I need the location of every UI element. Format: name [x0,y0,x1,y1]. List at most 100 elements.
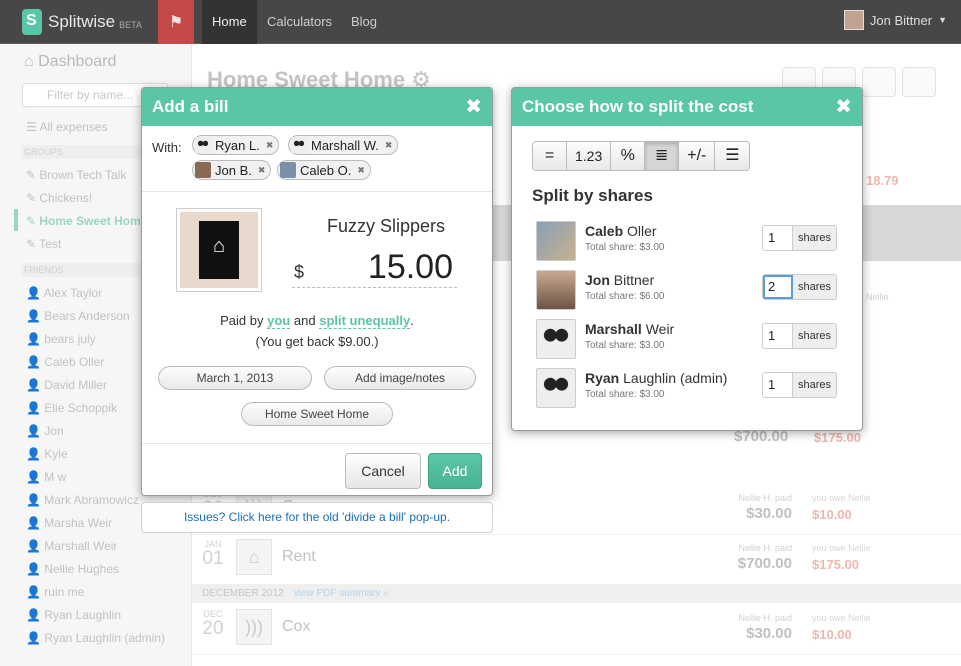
split-method-link[interactable]: split unequally [319,313,411,329]
share-row: Caleb Oller Total share: $3.00 1 shares [536,219,846,263]
description-input[interactable]: Fuzzy Slippers [327,216,445,237]
remove-icon[interactable]: ✖ [357,165,365,176]
splitwise-logo-icon [22,9,42,35]
remove-icon[interactable]: ✖ [385,140,393,151]
participants-field[interactable]: With: Ryan L. ✖ Marshall W. ✖ Jon B. ✖ Cale… [142,126,492,192]
participant-token[interactable]: Marshall W. ✖ [288,135,399,155]
sidebar-friend[interactable]: 👤 M w [26,470,66,484]
sidebar-friend[interactable]: 👤 Ryan Laughlin (admin) [26,631,165,645]
sidebar-friend[interactable]: 👤 Ryan Laughlin [26,608,121,622]
home-icon: ⌂ [199,221,239,279]
date-button[interactable]: March 1, 2013 [158,366,312,390]
tab-shares[interactable]: ≣ [645,142,680,170]
brand-name: Splitwise [48,12,116,31]
amount-input[interactable]: 15.00 [368,248,453,287]
amount-field[interactable]: $ 15.00 [292,248,457,288]
home-icon: ⌂ [236,539,272,575]
nav-home[interactable]: Home [202,0,257,44]
user-menu[interactable]: Jon Bittner ▼ [843,10,947,30]
avatar [536,270,576,310]
pdf-summary-link[interactable]: view PDF summary » [294,588,389,599]
tab-equal[interactable]: = [533,142,567,170]
close-icon[interactable]: ✖ [465,88,482,126]
avatar [195,162,211,178]
shares-field: 1 shares [762,372,837,398]
shares-unit: shares [793,373,836,397]
shares-field: 1 shares [762,323,837,349]
shares-input[interactable]: 1 [763,373,793,397]
modal-title: Add a bill [152,97,229,116]
share-row: Marshall Weir Total share: $3.00 1 share… [536,317,846,361]
split-heading: Split by shares [532,186,653,205]
cancel-button[interactable]: Cancel [345,453,421,489]
add-image-notes-button[interactable]: Add image/notes [324,366,476,390]
total-share: Total share: $3.00 [585,340,665,351]
sidebar-dashboard[interactable]: ⌂ Dashboard [24,53,116,71]
sidebar-friend[interactable]: 👤 Marshall Weir [26,539,117,553]
sidebar-friend[interactable]: 👤 Alex Taylor [26,286,102,300]
receipt-category-icon[interactable]: ⌂ [176,208,262,292]
payer-link[interactable]: you [267,313,291,329]
sidebar-friend[interactable]: 👤 Caleb Oller [26,355,104,369]
participant-token[interactable]: Jon B. ✖ [192,160,272,180]
share-row: Jon Bittner Total share: $6.00 2 shares [536,268,846,312]
share-row: Ryan Laughlin (admin) Total share: $3.00… [536,366,846,410]
close-icon[interactable]: ✖ [835,88,852,126]
sidebar-group[interactable]: ✎ Chickens! [26,191,92,205]
person-icon: 👤 [26,608,45,622]
calendar-view-button[interactable] [862,67,896,97]
participant-token[interactable]: Caleb O. ✖ [277,160,371,180]
comment-button[interactable] [902,67,936,97]
tab-exact-amounts[interactable]: 1.23 [567,142,612,170]
modal-header: Add a bill ✖ [142,88,492,126]
tab-itemized[interactable]: ☰ [715,142,750,170]
group-button[interactable]: Home Sweet Home [241,402,393,426]
person-icon: 👤 [26,401,45,415]
expense-row[interactable]: DEC20 ))) Cox Nellie H. paid$30.00 you o… [192,605,961,655]
sidebar-friend[interactable]: 👤 bears july [26,332,96,346]
expense-date: JAN 01 [202,539,224,569]
sidebar-all-expenses[interactable]: ☰ All expenses [26,120,107,134]
participant-token[interactable]: Ryan L. ✖ [192,135,280,155]
sidebar-group[interactable]: ✎ Brown Tech Talk [26,168,126,182]
remove-icon[interactable]: ✖ [258,165,266,176]
sidebar-friend[interactable]: 👤 Elie Schoppik [26,401,117,415]
shares-input[interactable]: 2 [763,275,793,299]
shares-input[interactable]: 1 [763,324,793,348]
shares-input[interactable]: 1 [763,226,793,250]
modal-title: Choose how to split the cost [522,97,754,116]
nav-calculators[interactable]: Calculators [257,0,342,44]
sidebar-friend[interactable]: 👤 ruin me [26,585,84,599]
sidebar-friend[interactable]: 👤 Mark Abramowicz [26,493,139,507]
sidebar-friend[interactable]: 👤 Jon [26,424,64,438]
tab-percent[interactable]: % [611,142,646,170]
expense-row[interactable]: JAN 01 ⌂ Rent Nellie H. paid $700.00 you o… [192,535,961,585]
split-cost-modal: Choose how to split the cost ✖ = 1.23 % … [511,87,863,431]
shares-unit: shares [793,226,836,250]
bg-balance: 18.79 [866,173,899,188]
person-icon: 👤 [26,309,45,323]
nav-blog[interactable]: Blog [341,0,387,44]
sidebar-friend[interactable]: 👤 Kyle [26,447,68,461]
avatar [536,319,576,359]
expense-paid: Nellie H. paid $30.00 [738,613,792,642]
person-icon: 👤 [26,355,45,369]
add-button[interactable]: Add [428,453,482,489]
sidebar-group[interactable]: ✎ Test [26,237,61,251]
old-popup-link[interactable]: Issues? Click here for the old 'divide a… [141,502,493,533]
currency-symbol[interactable]: $ [294,262,304,283]
sidebar-friend[interactable]: 👤 Bears Anderson [26,309,130,323]
person-icon: 👤 [26,447,45,461]
tab-adjustment[interactable]: +/- [679,142,716,170]
sidebar-friend[interactable]: 👤 Marsha Weir [26,516,112,530]
sidebar-group-selected[interactable]: ✎ Home Sweet Home [26,214,147,228]
remove-icon[interactable]: ✖ [266,140,274,151]
paid-by-sentence: Paid by you and split unequally. [220,313,414,329]
sidebar-friend[interactable]: 👤 Nellie Hughes [26,562,119,576]
splitwise-logo[interactable]: Splitwise BETA [22,8,142,36]
sidebar-friend[interactable]: 👤 David Miller [26,378,107,392]
modal-footer: Cancel Add [142,443,492,495]
bg-small-label: Nellie [866,292,889,302]
total-share: Total share: $3.00 [585,242,665,253]
flag-icon[interactable]: ⚑ [158,0,194,44]
